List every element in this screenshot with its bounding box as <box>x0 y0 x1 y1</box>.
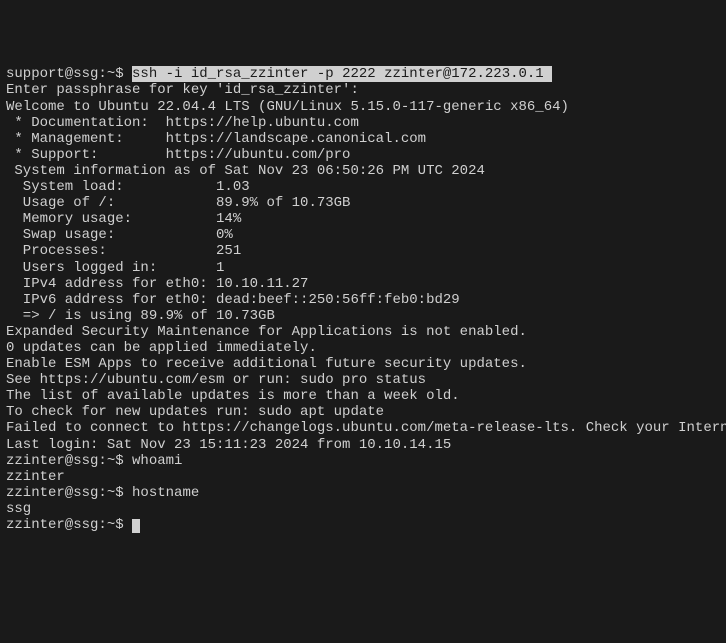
disk-warning: => / is using 89.9% of 10.73GB <box>6 308 720 324</box>
sysinfo-header: System information as of Sat Nov 23 06:5… <box>6 163 720 179</box>
enable-esm-line: Enable ESM Apps to receive additional fu… <box>6 356 720 372</box>
mgmt-line: * Management: https://landscape.canonica… <box>6 131 720 147</box>
cursor-icon <box>132 519 140 533</box>
failed-connect-line: Failed to connect to https://changelogs.… <box>6 420 720 436</box>
passphrase-line: Enter passphrase for key 'id_rsa_zzinter… <box>6 82 720 98</box>
updates-line: 0 updates can be applied immediately. <box>6 340 720 356</box>
support-line: * Support: https://ubuntu.com/pro <box>6 147 720 163</box>
hostname-output: ssg <box>6 501 720 517</box>
disk-usage: Usage of /: 89.9% of 10.73GB <box>6 195 720 211</box>
last-login-line: Last login: Sat Nov 23 15:11:23 2024 fro… <box>6 437 720 453</box>
whoami-cmd: whoami <box>132 453 182 469</box>
current-prompt-line[interactable]: zzinter@ssg:~$ <box>6 517 720 533</box>
processes: Processes: 251 <box>6 243 720 259</box>
users-logged: Users logged in: 1 <box>6 260 720 276</box>
whoami-output: zzinter <box>6 469 720 485</box>
hostname-cmd: hostname <box>132 485 199 501</box>
swap-usage: Swap usage: 0% <box>6 227 720 243</box>
prompt-zzinter: zzinter@ssg:~$ <box>6 517 132 533</box>
doc-line: * Documentation: https://help.ubuntu.com <box>6 115 720 131</box>
whoami-command-line: zzinter@ssg:~$ whoami <box>6 453 720 469</box>
memory-usage: Memory usage: 14% <box>6 211 720 227</box>
apt-update-line: To check for new updates run: sudo apt u… <box>6 404 720 420</box>
ipv4-addr: IPv4 address for eth0: 10.10.11.27 <box>6 276 720 292</box>
updates-old-line: The list of available updates is more th… <box>6 388 720 404</box>
esm-line: Expanded Security Maintenance for Applic… <box>6 324 720 340</box>
hostname-command-line: zzinter@ssg:~$ hostname <box>6 485 720 501</box>
prompt-support: support@ssg:~$ <box>6 66 132 82</box>
terminal-output[interactable]: support@ssg:~$ ssh -i id_rsa_zzinter -p … <box>6 66 720 533</box>
welcome-line: Welcome to Ubuntu 22.04.4 LTS (GNU/Linux… <box>6 99 720 115</box>
ssh-command: ssh -i id_rsa_zzinter -p 2222 zzinter@17… <box>132 66 552 82</box>
prompt-zzinter: zzinter@ssg:~$ <box>6 485 132 501</box>
ipv6-addr: IPv6 address for eth0: dead:beef::250:56… <box>6 292 720 308</box>
initial-command-line: support@ssg:~$ ssh -i id_rsa_zzinter -p … <box>6 66 720 82</box>
esm-url-line: See https://ubuntu.com/esm or run: sudo … <box>6 372 720 388</box>
system-load: System load: 1.03 <box>6 179 720 195</box>
prompt-zzinter: zzinter@ssg:~$ <box>6 453 132 469</box>
